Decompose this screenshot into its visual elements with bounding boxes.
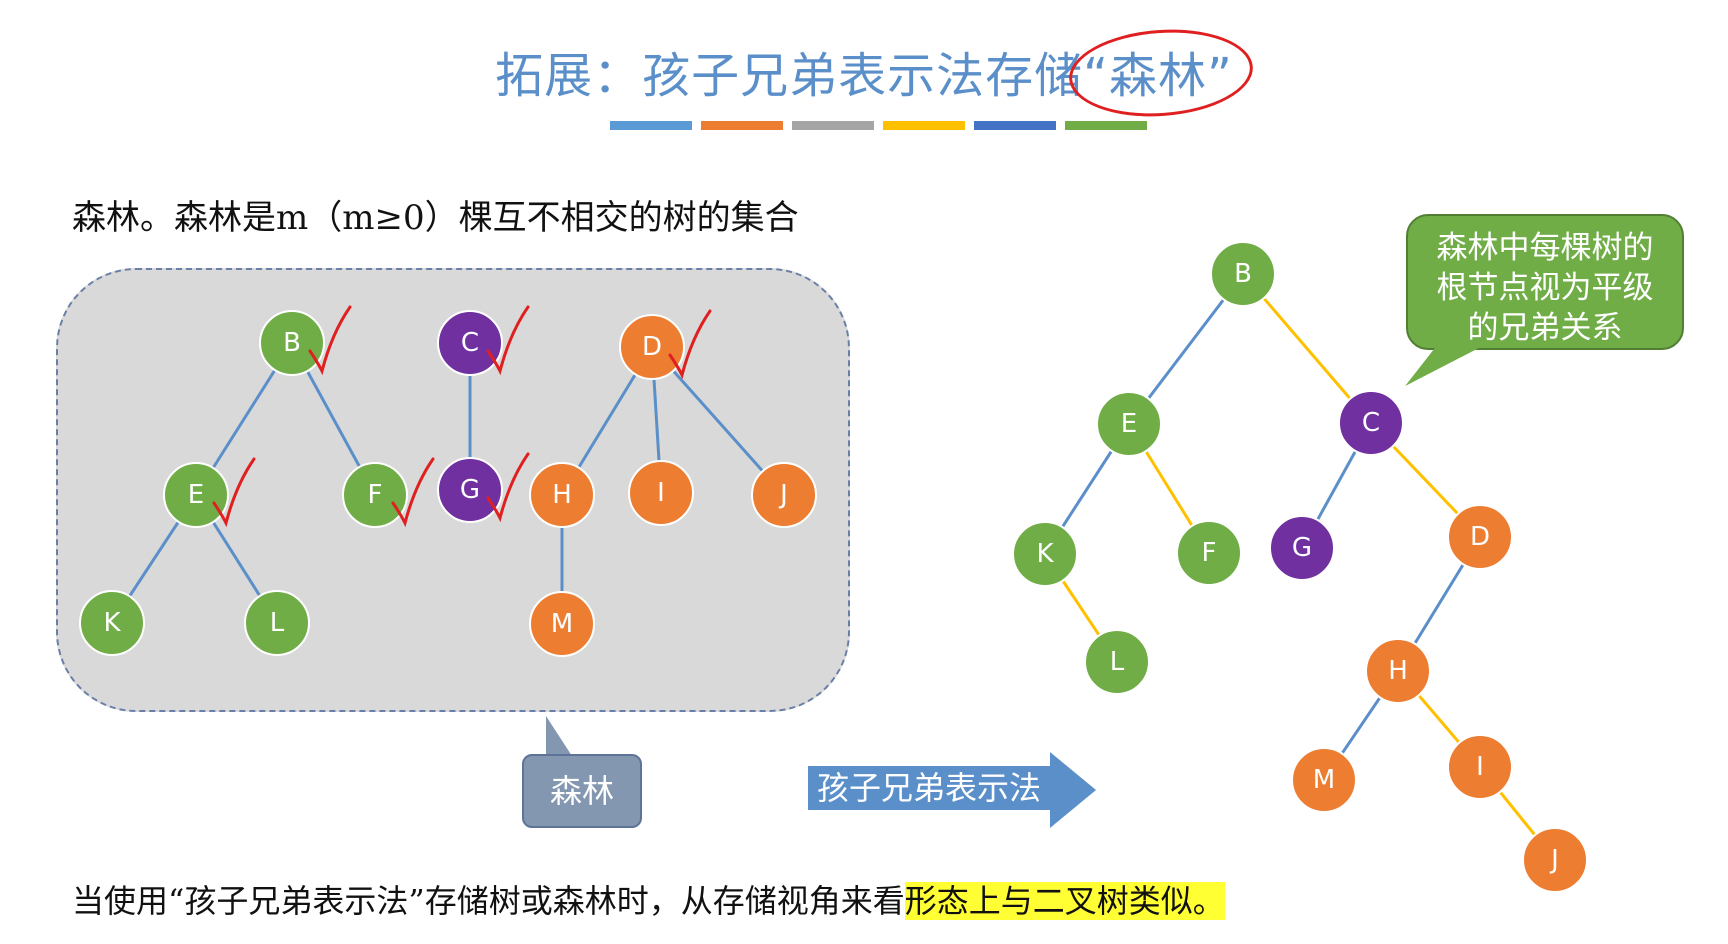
left-node-J: J xyxy=(751,462,817,528)
right-node-E: E xyxy=(1096,391,1162,457)
summary-plain: 当使用“孩子兄弟表示法”存储树或森林时，从存储视角来看 xyxy=(72,882,905,920)
summary-text: 当使用“孩子兄弟表示法”存储树或森林时，从存储视角来看形态上与二叉树类似。 xyxy=(72,876,1225,922)
right-node-label-M: M xyxy=(1313,765,1335,795)
right-node-H: H xyxy=(1365,638,1431,704)
left-node-K: K xyxy=(79,590,145,656)
right-node-C: C xyxy=(1338,390,1404,456)
speech-bubble: 森林中每棵树的 根节点视为平级 的兄弟关系 xyxy=(1406,214,1684,350)
left-node-label-J: J xyxy=(778,480,788,510)
right-node-label-H: H xyxy=(1388,656,1408,686)
right-node-label-I: I xyxy=(1476,752,1484,782)
right-node-I: I xyxy=(1447,734,1513,800)
left-node-label-C: C xyxy=(461,328,479,358)
left-node-L: L xyxy=(244,590,310,656)
left-node-label-F: F xyxy=(368,480,383,510)
right-node-label-E: E xyxy=(1121,409,1137,439)
arrow-right-icon xyxy=(1050,752,1096,828)
left-node-label-E: E xyxy=(188,480,204,510)
right-node-J: J xyxy=(1522,827,1588,893)
right-node-label-C: C xyxy=(1362,408,1380,438)
left-node-B: B xyxy=(259,310,325,376)
right-node-D: D xyxy=(1447,504,1513,570)
bubble-line-2: 根节点视为平级 xyxy=(1436,270,1654,306)
left-node-label-D: D xyxy=(642,332,662,362)
right-node-L: L xyxy=(1084,629,1150,695)
right-node-label-K: K xyxy=(1036,539,1054,569)
right-node-label-J: J xyxy=(1549,845,1559,875)
left-node-label-I: I xyxy=(657,478,665,508)
left-forest-nodes: B E F K L C G D H I J M xyxy=(79,310,817,657)
right-node-label-G: G xyxy=(1292,533,1312,563)
left-node-M: M xyxy=(529,591,595,657)
left-node-label-L: L xyxy=(270,608,285,638)
left-node-label-K: K xyxy=(103,608,121,638)
right-node-G: G xyxy=(1269,515,1335,581)
summary-highlight: 形态上与二叉树类似。 xyxy=(904,882,1225,920)
right-node-label-B: B xyxy=(1234,259,1252,289)
right-node-label-L: L xyxy=(1110,647,1125,677)
right-node-K: K xyxy=(1012,521,1078,587)
left-node-label-M: M xyxy=(551,609,573,639)
left-node-label-B: B xyxy=(283,328,301,358)
forest-callout-tail xyxy=(546,716,572,756)
right-node-B: B xyxy=(1210,241,1276,307)
left-node-H: H xyxy=(529,462,595,528)
right-node-label-F: F xyxy=(1202,538,1217,568)
bubble-line-3: 的兄弟关系 xyxy=(1467,310,1623,346)
bubble-line-1: 森林中每棵树的 xyxy=(1436,230,1654,266)
left-node-F: F xyxy=(342,462,408,528)
left-node-C: C xyxy=(437,310,503,376)
right-node-label-D: D xyxy=(1470,522,1490,552)
left-node-G: G xyxy=(437,457,503,523)
left-node-I: I xyxy=(628,460,694,526)
transform-arrow-label: 孩子兄弟表示法 xyxy=(808,766,1050,810)
left-node-label-H: H xyxy=(552,480,572,510)
left-node-D: D xyxy=(619,314,685,380)
left-node-E: E xyxy=(163,462,229,528)
left-node-label-G: G xyxy=(460,475,480,505)
right-node-F: F xyxy=(1176,520,1242,586)
forest-callout: 森林 xyxy=(522,754,642,828)
right-node-M: M xyxy=(1291,747,1357,813)
